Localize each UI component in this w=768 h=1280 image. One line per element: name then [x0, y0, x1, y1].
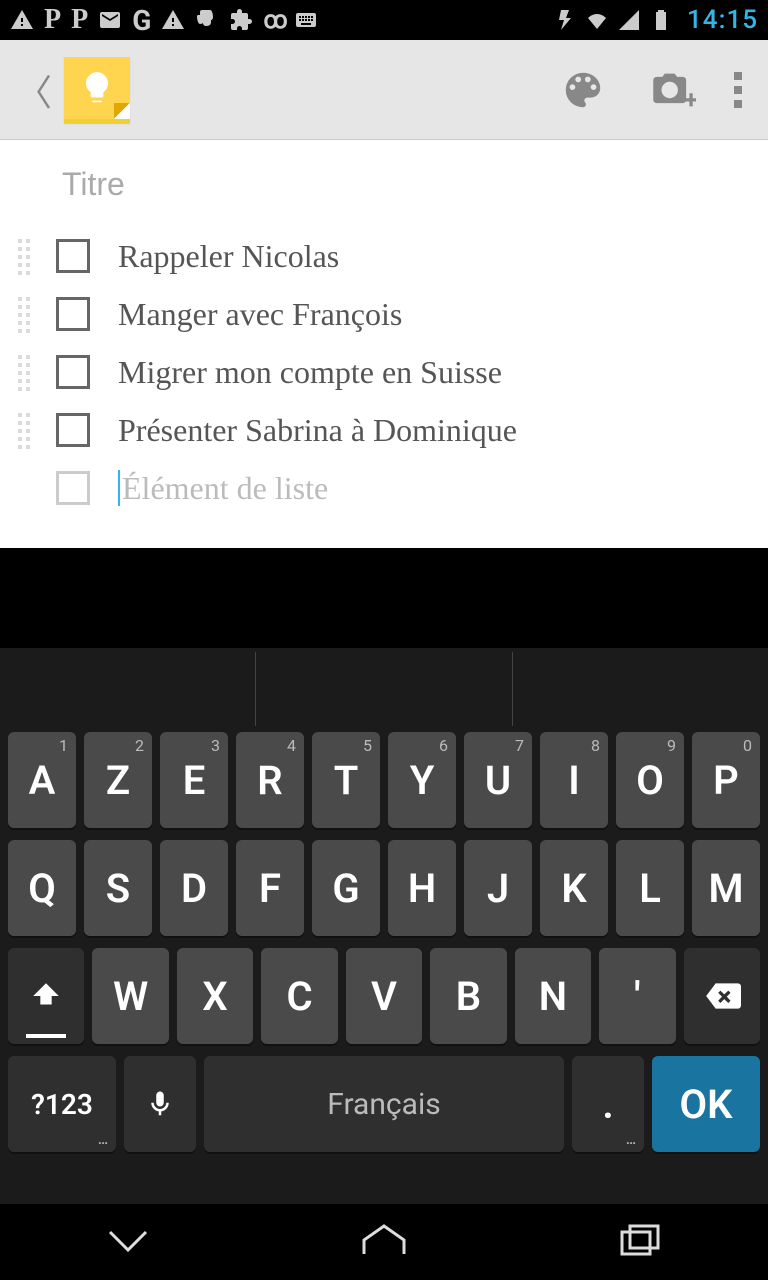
suggestion[interactable] — [0, 652, 255, 726]
key-v[interactable]: V — [346, 948, 422, 1044]
key-x[interactable]: X — [177, 948, 253, 1044]
camera-add-button[interactable] — [628, 40, 718, 139]
list-item[interactable]: Présenter Sabrina à Dominique — [18, 401, 750, 459]
key-d[interactable]: D — [160, 840, 228, 936]
keyboard-icon — [294, 6, 318, 34]
drag-handle-icon[interactable] — [18, 297, 40, 331]
recents-button[interactable] — [614, 1220, 666, 1264]
key-f[interactable]: F — [236, 840, 304, 936]
back-button[interactable] — [102, 1220, 154, 1264]
checkbox[interactable] — [56, 471, 90, 505]
key-w[interactable]: W — [92, 948, 168, 1044]
status-right-icons: 14:15 — [553, 5, 758, 35]
key-label: Français — [327, 1087, 440, 1122]
item-text[interactable]: Migrer mon compte en Suisse — [118, 354, 502, 391]
key-p[interactable]: 0P — [692, 732, 760, 828]
symbols-key[interactable]: ?123… — [8, 1056, 116, 1152]
checklist: Rappeler Nicolas Manger avec François Mi… — [18, 227, 750, 517]
key-q[interactable]: Q — [8, 840, 76, 936]
list-item[interactable]: Migrer mon compte en Suisse — [18, 343, 750, 401]
item-text[interactable]: Rappeler Nicolas — [118, 238, 339, 275]
key-j[interactable]: J — [464, 840, 532, 936]
action-bar: 〈 — [0, 40, 768, 140]
status-bar: P P G ꝏ 14:15 — [0, 0, 768, 40]
text-cursor — [118, 470, 120, 506]
signal-icon — [617, 6, 641, 34]
p-icon: P — [71, 6, 88, 34]
key-e[interactable]: 3E — [160, 732, 228, 828]
period-key[interactable]: .… — [572, 1056, 644, 1152]
back-chevron-icon[interactable]: 〈 — [10, 64, 58, 116]
suggestion-bar — [0, 652, 768, 726]
key-a[interactable]: 1A — [8, 732, 76, 828]
checkbox[interactable] — [56, 413, 90, 447]
key-label: OK — [680, 1081, 733, 1128]
item-text[interactable]: Présenter Sabrina à Dominique — [118, 412, 517, 449]
key-row-1: 1A2Z3E4R5T6Y7U8I9O0P — [0, 726, 768, 834]
checkbox[interactable] — [56, 239, 90, 273]
status-left-icons: P P G ꝏ — [10, 6, 553, 34]
note-editor: Rappeler Nicolas Manger avec François Mi… — [0, 140, 768, 548]
evernote-icon — [195, 6, 219, 34]
overflow-menu-button[interactable] — [718, 40, 758, 139]
home-button[interactable] — [358, 1220, 410, 1264]
key-c[interactable]: C — [261, 948, 337, 1044]
gmail-icon — [98, 6, 122, 34]
item-text[interactable]: Manger avec François — [118, 296, 402, 333]
key-z[interactable]: 2Z — [84, 732, 152, 828]
key-i[interactable]: 8I — [540, 732, 608, 828]
puzzle-icon — [229, 6, 253, 34]
soft-keyboard: 1A2Z3E4R5T6Y7U8I9O0P QSDFGHJKLM WXCVBN' … — [0, 648, 768, 1204]
note-title-input[interactable] — [18, 166, 750, 203]
key-b[interactable]: B — [430, 948, 506, 1044]
key-label: ?123 — [31, 1088, 93, 1121]
key-h[interactable]: H — [388, 840, 456, 936]
key-n[interactable]: N — [515, 948, 591, 1044]
color-palette-button[interactable] — [538, 40, 628, 139]
battery-icon — [649, 6, 673, 34]
wifi-icon — [585, 6, 609, 34]
key-row-2: QSDFGHJKLM — [0, 834, 768, 942]
suggestion[interactable] — [255, 652, 511, 726]
warning-icon — [161, 6, 185, 34]
list-item[interactable]: Manger avec François — [18, 285, 750, 343]
key-row-4: ?123… Français .… OK — [0, 1050, 768, 1158]
key-u[interactable]: 7U — [464, 732, 532, 828]
key-r[interactable]: 4R — [236, 732, 304, 828]
warning-icon — [10, 6, 34, 34]
new-item-input[interactable] — [122, 470, 750, 507]
suggestion[interactable] — [512, 652, 768, 726]
key-o[interactable]: 9O — [616, 732, 684, 828]
key-g[interactable]: G — [312, 840, 380, 936]
key-m[interactable]: M — [692, 840, 760, 936]
key-label: . — [602, 1081, 613, 1128]
list-item[interactable]: Rappeler Nicolas — [18, 227, 750, 285]
drag-handle-icon[interactable] — [18, 239, 40, 273]
mic-key[interactable] — [124, 1056, 196, 1152]
space-key[interactable]: Français — [204, 1056, 564, 1152]
drag-handle-icon[interactable] — [18, 413, 40, 447]
checkbox[interactable] — [56, 355, 90, 389]
vibrate-icon — [553, 6, 577, 34]
google-keep-icon[interactable] — [64, 57, 130, 123]
key-s[interactable]: S — [84, 840, 152, 936]
shift-key[interactable] — [8, 948, 84, 1044]
p-icon: P — [44, 6, 61, 34]
navigation-bar — [0, 1204, 768, 1280]
key-k[interactable]: K — [540, 840, 608, 936]
voicemail-icon: ꝏ — [263, 6, 283, 34]
status-time: 14:15 — [687, 5, 758, 35]
key-apostrophe[interactable]: ' — [599, 948, 675, 1044]
drag-handle-icon[interactable] — [18, 355, 40, 389]
key-l[interactable]: L — [616, 840, 684, 936]
key-y[interactable]: 6Y — [388, 732, 456, 828]
key-t[interactable]: 5T — [312, 732, 380, 828]
g-icon: G — [132, 6, 151, 34]
checkbox[interactable] — [56, 297, 90, 331]
ok-key[interactable]: OK — [652, 1056, 760, 1152]
new-list-item[interactable] — [18, 459, 750, 517]
backspace-key[interactable] — [684, 948, 760, 1044]
key-row-3: WXCVBN' — [0, 942, 768, 1050]
